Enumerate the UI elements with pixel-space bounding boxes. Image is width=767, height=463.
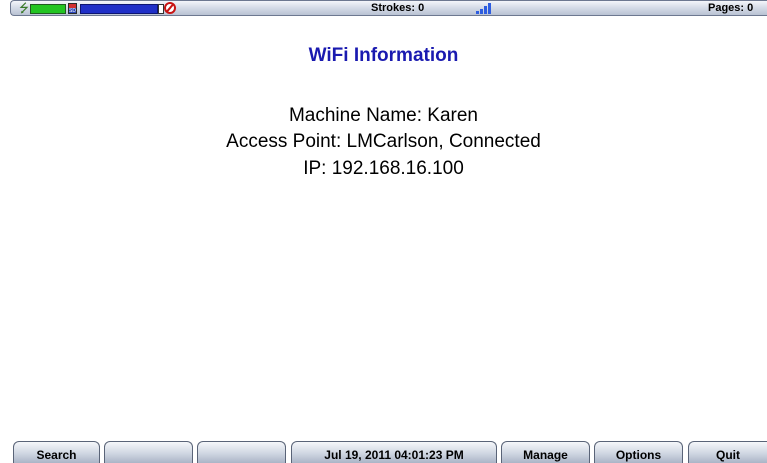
access-point-text: Access Point: LMCarlson, Connected xyxy=(226,131,541,152)
options-button[interactable]: Options xyxy=(594,441,683,463)
quit-button[interactable]: Quit xyxy=(688,441,767,463)
no-symbol-icon xyxy=(164,2,176,14)
power-plug-icon: ⭍ xyxy=(19,1,29,15)
blank-softkey-1[interactable] xyxy=(104,441,193,463)
page-title: WiFi Information xyxy=(308,45,459,66)
status-bar: ⭍ SD Strokes: 0 Pages: 0 xyxy=(10,0,767,16)
wifi-signal-icon xyxy=(476,3,494,15)
ip-address-text: IP: 192.168.16.100 xyxy=(303,158,464,179)
sd-card-icon: SD xyxy=(68,3,77,14)
manage-button[interactable]: Manage xyxy=(501,441,590,463)
search-button[interactable]: Search xyxy=(13,441,100,463)
machine-name-text: Machine Name: Karen xyxy=(288,105,479,126)
strokes-counter: Strokes: 0 xyxy=(371,2,425,14)
pages-counter: Pages: 0 xyxy=(708,2,754,14)
storage-bar-icon xyxy=(80,4,158,14)
blank-softkey-2[interactable] xyxy=(197,441,286,463)
battery-icon xyxy=(30,4,66,14)
datetime-display: Jul 19, 2011 04:01:23 PM xyxy=(291,441,497,463)
